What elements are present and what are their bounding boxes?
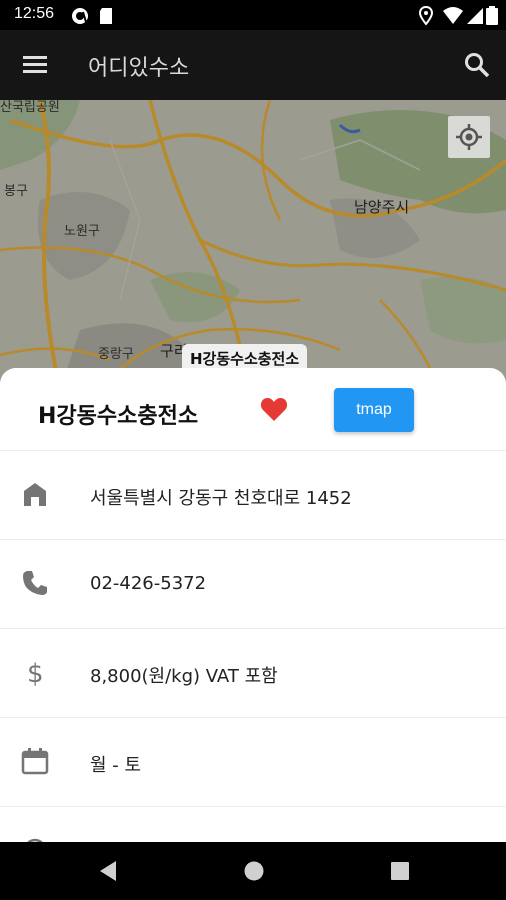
my-location-icon [456, 124, 482, 150]
map-label-park: 산국립공원 [0, 100, 60, 115]
address-row: 서울특별시 강동구 천호대로 1452 [0, 451, 506, 540]
menu-icon[interactable] [22, 52, 48, 78]
signal-icon [467, 8, 483, 24]
address-text: 서울특별시 강동구 천호대로 1452 [90, 488, 352, 509]
search-icon[interactable] [462, 50, 492, 80]
map-label-bonggu: 봉구 [4, 184, 28, 199]
app-title: 어디있수소 [88, 56, 190, 81]
sd-card-icon [100, 8, 112, 24]
clock-icon [27, 838, 43, 842]
battery-icon [486, 6, 498, 25]
map-label-nowon: 노원구 [64, 224, 100, 239]
tmap-button[interactable]: tmap [334, 388, 414, 432]
home-circle-icon[interactable] [242, 858, 266, 884]
calendar-icon [21, 748, 49, 775]
sheet-header: H강동수소충전소 tmap [0, 368, 506, 451]
price-row: $ 8,800(원/kg) VAT 포함 [0, 629, 506, 718]
phone-icon [23, 571, 47, 595]
map-label-jungnang: 중랑구 [98, 347, 134, 362]
partial-row [0, 807, 506, 842]
svg-text:$: $ [27, 659, 44, 687]
phone-text: 02-426-5372 [90, 573, 207, 594]
map-view[interactable]: 산국립공원 봉구 노원구 남양주시 중랑구 구리 H강동수소충전소 [0, 100, 506, 390]
station-detail-sheet: H강동수소충전소 tmap 서울특별시 강동구 천호대로 1452 02-426… [0, 368, 506, 842]
wifi-icon [443, 7, 463, 24]
map-label-namyangju: 남양주시 [354, 198, 410, 216]
navigation-bar [0, 842, 506, 900]
home-icon [24, 483, 46, 506]
phone-row[interactable]: 02-426-5372 [0, 540, 506, 629]
station-name: H강동수소충전소 [38, 404, 199, 429]
at-sign-icon [72, 8, 88, 24]
schedule-text: 월 - 토 [90, 755, 142, 776]
recents-square-icon[interactable] [388, 858, 412, 884]
my-location-button[interactable] [448, 116, 490, 158]
dollar-icon: $ [27, 659, 44, 687]
schedule-row: 월 - 토 [0, 718, 506, 807]
price-text: 8,800(원/kg) VAT 포함 [90, 666, 278, 687]
app-bar: 어디있수소 [0, 30, 506, 100]
back-triangle-icon[interactable] [96, 858, 120, 884]
status-bar: 12:56 [0, 0, 506, 30]
location-icon [418, 6, 434, 26]
heart-icon[interactable] [260, 396, 288, 422]
status-time: 12:56 [14, 5, 55, 22]
